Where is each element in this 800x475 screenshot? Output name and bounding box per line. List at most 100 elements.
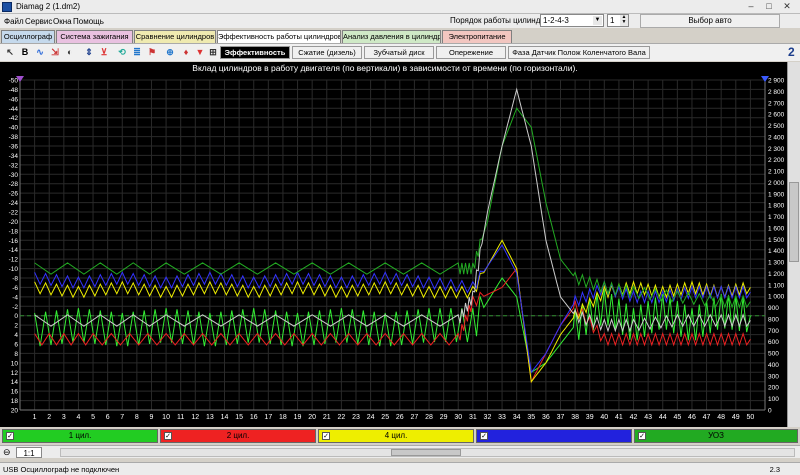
y-tick-label-right: 800 [768, 316, 779, 323]
subtab-efficiency[interactable]: Эффективность [220, 46, 290, 59]
x-tick-label: 41 [615, 414, 623, 421]
x-tick-label: 15 [235, 414, 243, 421]
y-tick-label-right: 1 400 [768, 248, 785, 255]
scale-icon[interactable]: ⇕ [83, 46, 95, 58]
y-tick-label-left: -40 [9, 125, 19, 132]
y-tick-label-right: 600 [768, 339, 779, 346]
minimize-icon[interactable]: – [744, 1, 758, 13]
filter-icon[interactable]: ⊻ [98, 46, 110, 58]
bottom-bar: ⊖ 1:1 [0, 445, 800, 458]
x-tick-label: 16 [250, 414, 258, 421]
y-tick-label-right: 2 500 [768, 123, 785, 130]
legend-cyl-2[interactable]: ✓ 2 цил. [160, 429, 316, 443]
zoom-minus-icon[interactable]: ⊖ [3, 447, 11, 458]
legend-cyl-4[interactable]: ✓ 4 цил. [318, 429, 474, 443]
menu-file[interactable]: Файл [4, 17, 24, 26]
y-tick-label-right: 400 [768, 362, 779, 369]
y-tick-label-left: -22 [9, 210, 19, 217]
vertical-scrollbar-thumb[interactable] [789, 182, 799, 262]
y-tick-label-right: 1 300 [768, 260, 785, 267]
reset-icon[interactable]: ⟲ [116, 46, 128, 58]
menu-help[interactable]: Помощь [73, 17, 104, 26]
y-tick-label-right: 1 900 [768, 191, 785, 198]
funnel-icon[interactable]: ▼ [194, 46, 206, 58]
y-tick-label-left: 2 [14, 323, 18, 330]
chevron-down-icon: ▼ [593, 16, 602, 25]
tab-cylinder-compare[interactable]: Сравнение цилиндров [134, 30, 216, 43]
marker-icon[interactable]: ♦ [180, 46, 192, 58]
cylinder-spin-input[interactable]: 1 ▲ ▼ [607, 14, 629, 27]
side-number: 2 [788, 45, 795, 59]
y-tick-label-right: 2 800 [768, 89, 785, 96]
legend-uoz[interactable]: ✓ УОЗ [634, 429, 798, 443]
x-tick-label: 46 [688, 414, 696, 421]
x-tick-label: 2 [47, 414, 51, 421]
tab-pressure-analysis[interactable]: Анализ давления в цилиндре [342, 30, 441, 43]
cylinder-order-select[interactable]: 1-2-4-3 ▼ [540, 14, 604, 27]
y-tick-label-left: -10 [9, 266, 19, 273]
select-car-button[interactable]: Выбор авто [640, 14, 780, 28]
x-tick-label: 36 [542, 414, 550, 421]
tab-cylinder-efficiency[interactable]: Эффективность работы цилиндров [217, 30, 341, 43]
y-tick-label-left: -28 [9, 181, 19, 188]
bold-b-icon[interactable]: B [19, 46, 31, 58]
y-tick-label-right: 2 000 [768, 180, 785, 187]
tab-power-supply[interactable]: Электропитание [442, 30, 512, 43]
y-tick-label-right: 2 100 [768, 169, 785, 176]
x-tick-label: 32 [484, 414, 492, 421]
tab-oscilloscope[interactable]: Осциллограф [1, 30, 55, 43]
x-tick-label: 8 [135, 414, 139, 421]
series-line [34, 107, 751, 309]
menu-windows[interactable]: Окна [53, 17, 72, 26]
y-tick-label-left: 18 [11, 398, 19, 405]
x-tick-label: 20 [308, 414, 316, 421]
x-tick-label: 6 [106, 414, 110, 421]
checkbox-icon[interactable]: ✓ [480, 432, 488, 440]
subtab-compression-diesel[interactable]: Сжатие (дизель) [292, 46, 362, 59]
fit-icon[interactable]: ⇲ [49, 46, 61, 58]
horizontal-scrollbar-thumb[interactable] [391, 449, 461, 456]
zoom-icon[interactable]: ⊕ [164, 46, 176, 58]
y-tick-label-left: 0 [14, 313, 18, 320]
grid-icon[interactable]: ⊞ [207, 46, 219, 58]
x-tick-label: 40 [600, 414, 608, 421]
y-tick-label-right: 1 100 [768, 282, 785, 289]
y-tick-label-left: 16 [11, 389, 19, 396]
subtab-toothed-disk[interactable]: Зубчатый диск [364, 46, 434, 59]
cursor-icon[interactable]: ↖ [4, 46, 16, 58]
contrast-icon[interactable]: ◐ [64, 46, 76, 58]
y-tick-label-left: 4 [14, 332, 18, 339]
x-tick-label: 34 [513, 414, 521, 421]
tree-icon[interactable]: ⚑ [146, 46, 158, 58]
subtab-advance[interactable]: Опережение [436, 46, 506, 59]
y-tick-label-left: -46 [9, 96, 19, 103]
x-tick-label: 27 [411, 414, 419, 421]
y-tick-label-left: 12 [11, 370, 19, 377]
legend-cyl-1[interactable]: ✓ 1 цил. [2, 429, 158, 443]
sine-icon[interactable]: ∿ [34, 46, 46, 58]
tab-ignition[interactable]: Система зажигания [56, 30, 133, 43]
x-tick-label: 5 [91, 414, 95, 421]
x-tick-label: 13 [206, 414, 214, 421]
x-tick-label: 23 [352, 414, 360, 421]
menu-service[interactable]: Сервис [25, 17, 52, 26]
legend-cyl-blue[interactable]: ✓ [476, 429, 632, 443]
y-tick-label-left: 20 [11, 408, 19, 415]
maximize-icon[interactable]: □ [762, 1, 776, 13]
y-tick-label-right: 2 300 [768, 146, 785, 153]
y-tick-label-right: 2 600 [768, 112, 785, 119]
vertical-scrollbar[interactable] [787, 62, 800, 427]
x-tick-label: 49 [732, 414, 740, 421]
y-tick-label-left: -24 [9, 200, 19, 207]
y-tick-label-right: 500 [768, 351, 779, 358]
x-tick-label: 9 [150, 414, 154, 421]
y-tick-label-right: 700 [768, 328, 779, 335]
y-tick-label-right: 1 700 [768, 214, 785, 221]
close-icon[interactable]: ✕ [780, 1, 794, 13]
x-tick-label: 25 [381, 414, 389, 421]
subtab-crank-sensor-phase[interactable]: Фаза Датчик Полож Коленчатого Вала [508, 46, 650, 59]
horizontal-scrollbar[interactable] [60, 448, 795, 457]
scale-value[interactable]: 1:1 [16, 447, 42, 458]
legend-row: ✓ 1 цил. ✓ 2 цил. ✓ 4 цил. ✓ ✓ УОЗ [0, 428, 800, 444]
stack-icon[interactable]: ≣ [131, 46, 143, 58]
